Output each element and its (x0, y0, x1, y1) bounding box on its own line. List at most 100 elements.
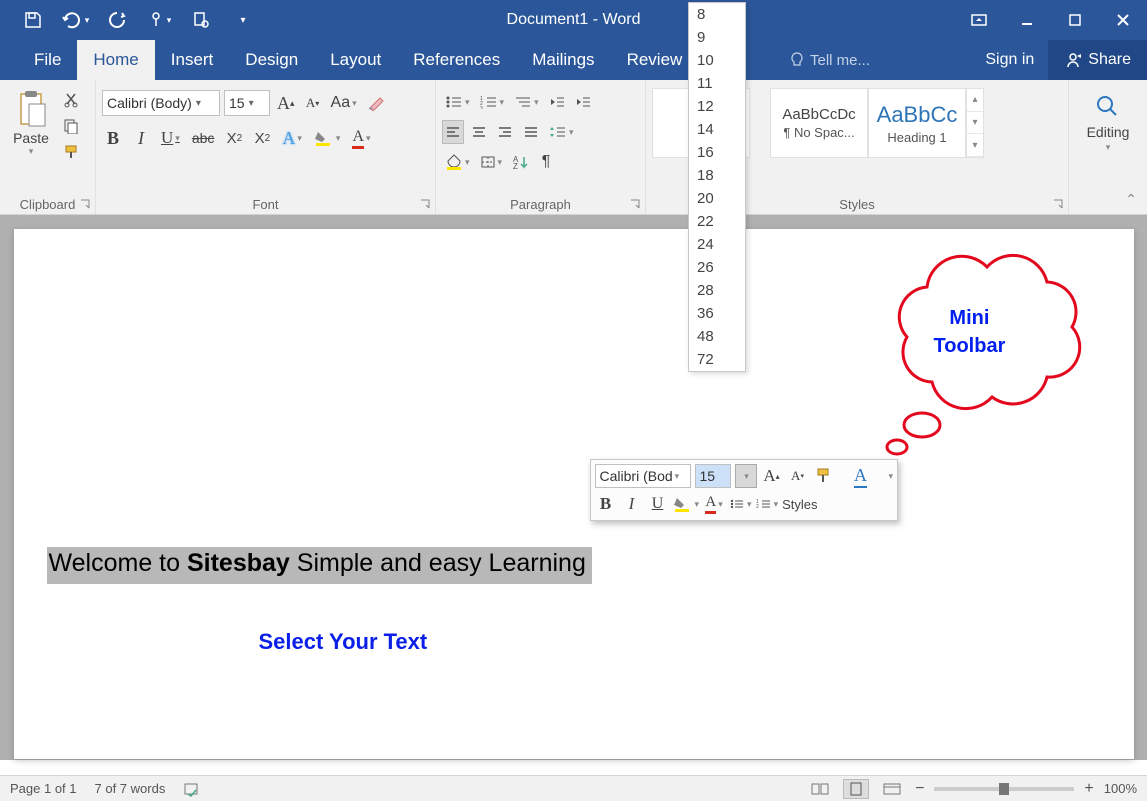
ribbon-display-icon[interactable] (955, 0, 1003, 40)
maximize-icon[interactable] (1051, 0, 1099, 40)
style-heading-1[interactable]: AaBbCc Heading 1 (868, 88, 966, 158)
tab-review[interactable]: Review (611, 40, 699, 80)
size-option[interactable]: 24 (689, 233, 745, 256)
clear-format-icon[interactable] (364, 91, 388, 115)
tell-me-search[interactable]: Tell me... (790, 40, 870, 80)
line-spacing-icon[interactable]: ▾ (546, 120, 577, 144)
align-left-icon[interactable] (442, 120, 464, 144)
bold-button[interactable]: B (102, 126, 124, 150)
paste-button[interactable]: Paste ▾ (6, 84, 56, 162)
text-effects-button[interactable]: A▾ (279, 126, 305, 150)
mini-bullets[interactable]: ▾ (729, 492, 752, 516)
selected-text[interactable]: Welcome to Sitesbay Simple and easy Lear… (47, 547, 592, 584)
status-page[interactable]: Page 1 of 1 (10, 781, 77, 796)
mini-styles-button[interactable]: A (839, 464, 883, 488)
undo-icon[interactable]: ▾ (54, 0, 96, 40)
tab-design[interactable]: Design (229, 40, 314, 80)
size-option[interactable]: 22 (689, 210, 745, 233)
shrink-font-icon[interactable]: A▾ (302, 91, 324, 115)
mini-font-color[interactable]: A▾ (703, 492, 725, 516)
size-option[interactable]: 14 (689, 118, 745, 141)
editing-button[interactable]: Editing ▾ (1075, 84, 1141, 153)
chevron-down-icon[interactable]: ▾ (196, 98, 201, 109)
sign-in-link[interactable]: Sign in (971, 40, 1048, 80)
font-name-combo[interactable]: Calibri (Body)▾ (102, 90, 220, 116)
zoom-level[interactable]: 100% (1104, 781, 1137, 796)
font-dialog-launcher[interactable] (419, 198, 431, 210)
mini-size-dropdown[interactable]: ▾ (735, 464, 757, 488)
italic-button[interactable]: I (130, 126, 152, 150)
format-painter-icon[interactable] (60, 142, 82, 162)
styles-scroll-up[interactable]: ▴ (967, 89, 983, 112)
copy-icon[interactable] (60, 116, 82, 136)
mini-bold[interactable]: B (595, 492, 617, 516)
font-size-combo[interactable]: 15▾ (224, 90, 270, 116)
sort-icon[interactable]: AZ (509, 150, 531, 174)
tab-home[interactable]: Home (77, 40, 154, 80)
mini-font-combo[interactable]: Calibri (Bod▾ (595, 464, 691, 488)
qat-dropdown-icon[interactable]: ▾ (222, 0, 264, 40)
size-option[interactable]: 18 (689, 164, 745, 187)
web-layout-icon[interactable] (879, 779, 905, 799)
strikethrough-button[interactable]: abc (189, 126, 218, 150)
underline-button[interactable]: U▾ (158, 126, 183, 150)
size-option[interactable]: 72 (689, 348, 745, 371)
status-words[interactable]: 7 of 7 words (95, 781, 166, 796)
mini-grow-font[interactable]: A▴ (761, 464, 783, 488)
tab-mailings[interactable]: Mailings (516, 40, 610, 80)
superscript-button[interactable]: X2 (251, 126, 273, 150)
size-option[interactable]: 28 (689, 279, 745, 302)
mini-italic[interactable]: I (621, 492, 643, 516)
mini-format-painter[interactable] (813, 464, 835, 488)
numbering-button[interactable]: 123▾ (477, 90, 508, 114)
close-icon[interactable] (1099, 0, 1147, 40)
tab-layout[interactable]: Layout (314, 40, 397, 80)
styles-dialog-launcher[interactable] (1052, 198, 1064, 210)
print-layout-icon[interactable] (843, 779, 869, 799)
paragraph-dialog-launcher[interactable] (629, 198, 641, 210)
size-option[interactable]: 9 (689, 26, 745, 49)
multilevel-list-button[interactable]: ▾ (511, 90, 542, 114)
minimize-icon[interactable] (1003, 0, 1051, 40)
collapse-ribbon-icon[interactable]: ⌃ (1125, 191, 1137, 208)
size-option[interactable]: 10 (689, 49, 745, 72)
show-marks-icon[interactable]: ¶ (535, 150, 557, 174)
mini-size-combo[interactable]: 15 (695, 464, 731, 488)
mini-numbering[interactable]: 12▾ (756, 492, 779, 516)
clipboard-dialog-launcher[interactable] (79, 198, 91, 210)
page[interactable]: Welcome to Sitesbay Simple and easy Lear… (14, 229, 1134, 759)
tab-file[interactable]: File (18, 40, 77, 80)
size-option[interactable]: 48 (689, 325, 745, 348)
mini-shrink-font[interactable]: A▾ (787, 464, 809, 488)
zoom-out-icon[interactable]: − (915, 780, 924, 798)
size-option[interactable]: 11 (689, 72, 745, 95)
zoom-in-icon[interactable]: + (1084, 780, 1093, 798)
bullets-button[interactable]: ▾ (442, 90, 473, 114)
size-option[interactable]: 20 (689, 187, 745, 210)
decrease-indent-icon[interactable] (546, 90, 568, 114)
size-option[interactable]: 26 (689, 256, 745, 279)
font-color-button[interactable]: A▾ (349, 126, 373, 150)
highlight-button[interactable]: ▾ (311, 126, 344, 150)
size-option[interactable]: 16 (689, 141, 745, 164)
subscript-button[interactable]: X2 (223, 126, 245, 150)
justify-icon[interactable] (520, 120, 542, 144)
styles-expand[interactable]: ▾ (967, 134, 983, 157)
read-mode-icon[interactable] (807, 779, 833, 799)
align-center-icon[interactable] (468, 120, 490, 144)
tab-insert[interactable]: Insert (155, 40, 230, 80)
chevron-down-icon[interactable]: ▾ (675, 471, 680, 482)
align-right-icon[interactable] (494, 120, 516, 144)
touch-mode-icon[interactable]: ▾ (138, 0, 180, 40)
borders-button[interactable]: ▾ (477, 150, 506, 174)
chevron-down-icon[interactable]: ▾ (889, 471, 894, 482)
spell-check-icon[interactable] (183, 781, 201, 797)
chevron-down-icon[interactable]: ▾ (249, 98, 254, 109)
tab-references[interactable]: References (397, 40, 516, 80)
grow-font-icon[interactable]: A▴ (274, 91, 298, 115)
size-option[interactable]: 8 (689, 3, 745, 26)
redo-icon[interactable] (96, 0, 138, 40)
print-preview-icon[interactable] (180, 0, 222, 40)
change-case-button[interactable]: Aa▾ (328, 91, 360, 115)
mini-underline[interactable]: U (647, 492, 669, 516)
